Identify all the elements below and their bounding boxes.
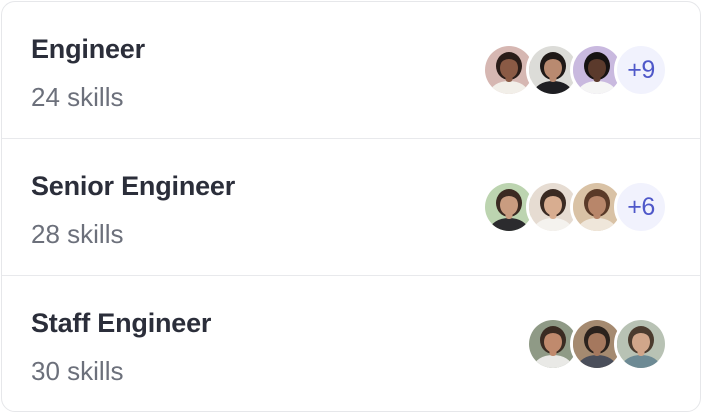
avatar-group[interactable]: +9 [482, 43, 668, 97]
avatar-9 [614, 317, 668, 371]
role-row-senior-engineer[interactable]: Senior Engineer 28 skills +6 [2, 139, 700, 276]
role-title: Engineer [31, 34, 145, 64]
role-row-staff-engineer[interactable]: Staff Engineer 30 skills [2, 276, 700, 411]
more-members-badge[interactable]: +9 [614, 43, 668, 97]
avatar-group[interactable] [526, 317, 668, 371]
role-title: Staff Engineer [31, 308, 212, 338]
role-row-engineer[interactable]: Engineer 24 skills +9 [2, 2, 700, 139]
avatar-group[interactable]: +6 [482, 180, 668, 234]
roles-card: Engineer 24 skills +9 Senior Engineer 28… [1, 1, 701, 412]
role-skill-count: 30 skills [31, 356, 124, 386]
role-title: Senior Engineer [31, 171, 236, 201]
role-skill-count: 28 skills [31, 219, 124, 249]
more-members-badge[interactable]: +6 [614, 180, 668, 234]
role-skill-count: 24 skills [31, 82, 124, 112]
